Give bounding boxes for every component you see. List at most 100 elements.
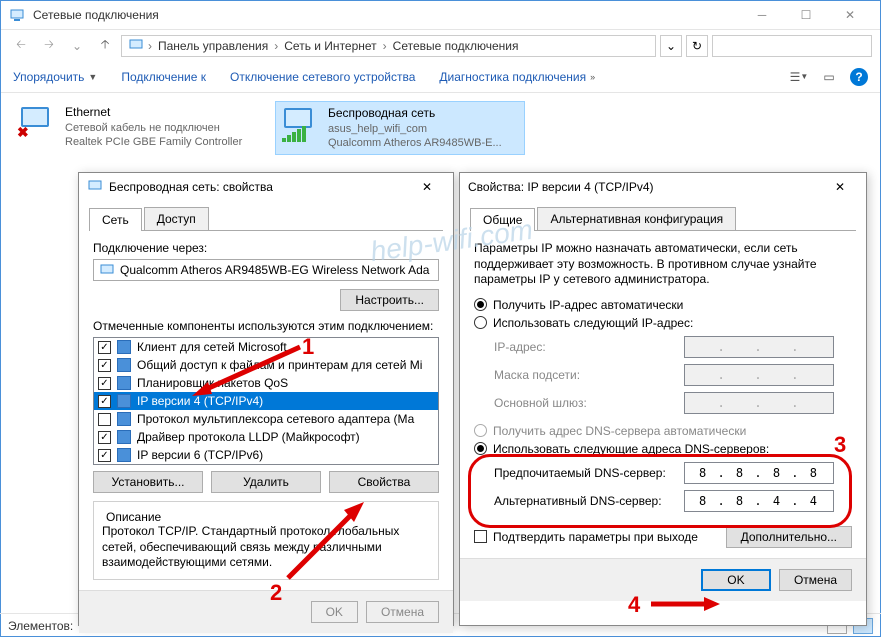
dns-auto-radio[interactable]: Получить адрес DNS-сервера автоматически (474, 424, 852, 438)
wifi-icon (280, 106, 320, 142)
checkbox[interactable]: ✓ (98, 431, 111, 444)
validate-checkbox[interactable] (474, 530, 487, 543)
breadcrumb[interactable]: Сеть и Интернет (282, 39, 378, 53)
dialog-title: Беспроводная сеть: свойства (109, 180, 409, 194)
connection-status: asus_help_wifi_com (328, 122, 502, 136)
cancel-button[interactable]: Отмена (779, 569, 852, 591)
ethernet-icon: ✖ (17, 105, 57, 141)
refresh-button[interactable]: ↻ (686, 35, 708, 57)
maximize-button[interactable]: ☐ (784, 1, 828, 29)
dns-alternate-label: Альтернативный DNS-сервер: (494, 494, 684, 508)
cancel-button[interactable]: Отмена (366, 601, 439, 623)
window-title: Сетевые подключения (33, 8, 740, 22)
chevron-right-icon[interactable]: › (146, 39, 154, 53)
description-title: Описание (102, 510, 165, 524)
uninstall-button[interactable]: Удалить (211, 471, 321, 493)
radio-icon (474, 298, 487, 311)
diagnose-button[interactable]: Диагностика подключения» (439, 70, 595, 84)
ok-button[interactable]: OK (701, 569, 771, 591)
component-icon (117, 412, 131, 426)
adapter-combo[interactable]: Qualcomm Atheros AR9485WB-EG Wireless Ne… (93, 259, 439, 281)
ip-manual-radio[interactable]: Использовать следующий IP-адрес: (474, 316, 852, 330)
chevron-right-icon[interactable]: › (272, 39, 280, 53)
checkbox[interactable]: ✓ (98, 359, 111, 372)
dialog-icon (87, 178, 103, 197)
configure-button[interactable]: Настроить... (340, 289, 439, 311)
checkbox[interactable] (98, 413, 111, 426)
component-icon (117, 340, 131, 354)
component-icon (117, 448, 131, 462)
component-icon (117, 430, 131, 444)
properties-button[interactable]: Свойства (329, 471, 439, 493)
connection-status: Сетевой кабель не подключен (65, 121, 242, 135)
component-item[interactable]: ✓IP версии 6 (TCP/IPv6) (94, 446, 438, 464)
dialog-titlebar: Беспроводная сеть: свойства ✕ (79, 173, 453, 201)
connection-item-wifi[interactable]: Беспроводная сеть asus_help_wifi_com Qua… (275, 101, 525, 155)
breadcrumb[interactable]: Панель управления (156, 39, 270, 53)
disable-device-button[interactable]: Отключение сетевого устройства (230, 70, 415, 84)
breadcrumb[interactable]: Сетевые подключения (391, 39, 521, 53)
checkbox[interactable]: ✓ (98, 449, 111, 462)
status-text: Элементов: (8, 619, 73, 633)
up-button[interactable]: 🡡 (93, 34, 117, 58)
close-button[interactable]: ✕ (828, 1, 872, 29)
ip-auto-radio[interactable]: Получить IP-адрес автоматически (474, 298, 852, 312)
component-item[interactable]: Протокол мультиплексора сетевого адаптер… (94, 410, 438, 428)
tab-alternate[interactable]: Альтернативная конфигурация (537, 207, 736, 230)
breadcrumb-bar[interactable]: › Панель управления › Сеть и Интернет › … (121, 35, 656, 57)
dialog-titlebar: Свойства: IP версии 4 (TCP/IPv4) ✕ (460, 173, 866, 201)
connection-name: Беспроводная сеть (328, 106, 502, 122)
preview-pane-icon[interactable]: ▭ (820, 68, 838, 86)
command-bar: Упорядочить▼ Подключение к Отключение се… (1, 61, 880, 93)
dns-preferred-input[interactable]: 8 . 8 . 8 . 8 (684, 462, 834, 484)
close-button[interactable]: ✕ (822, 174, 858, 200)
forward-button[interactable]: 🡢 (37, 34, 61, 58)
adapter-name: Qualcomm Atheros AR9485WB-EG Wireless Ne… (120, 263, 429, 277)
organize-menu[interactable]: Упорядочить▼ (13, 70, 97, 84)
connection-item-ethernet[interactable]: ✖ Ethernet Сетевой кабель не подключен R… (13, 101, 263, 155)
component-item[interactable]: ✓Драйвер протокола LLDP (Майкрософт) (94, 428, 438, 446)
component-item[interactable]: ✓Планировщик пакетов QoS (94, 374, 438, 392)
install-button[interactable]: Установить... (93, 471, 203, 493)
checkbox[interactable]: ✓ (98, 341, 111, 354)
component-item-ipv4[interactable]: ✓IP версии 4 (TCP/IPv4) (94, 392, 438, 410)
radio-icon (474, 424, 487, 437)
close-button[interactable]: ✕ (409, 174, 445, 200)
dialog-footer: OK Отмена (460, 558, 866, 601)
component-icon (117, 376, 131, 390)
components-label: Отмеченные компоненты используются этим … (93, 319, 439, 333)
radio-icon (474, 442, 487, 455)
tab-network[interactable]: Сеть (89, 208, 142, 231)
component-item[interactable]: ✓Клиент для сетей Microsoft (94, 338, 438, 356)
advanced-button[interactable]: Дополнительно... (726, 526, 852, 548)
components-list[interactable]: ✓Клиент для сетей Microsoft ✓Общий досту… (93, 337, 439, 465)
ip-address-input: . . . (684, 336, 834, 358)
dns-manual-radio[interactable]: Использовать следующие адреса DNS-сервер… (474, 442, 852, 456)
view-split-icon[interactable]: ☰▼ (790, 68, 808, 86)
tab-sharing[interactable]: Доступ (144, 207, 209, 230)
dns-preferred-label: Предпочитаемый DNS-сервер: (494, 466, 684, 480)
component-icon (117, 394, 131, 408)
help-icon[interactable]: ? (850, 68, 868, 86)
history-dropdown[interactable]: ⌄ (65, 34, 89, 58)
checkbox[interactable]: ✓ (98, 377, 111, 390)
connect-to-button[interactable]: Подключение к (121, 70, 206, 84)
ip-address-label: IP-адрес: (494, 340, 684, 354)
description-group: Описание Протокол TCP/IP. Стандартный пр… (93, 501, 439, 580)
component-item[interactable]: ✓Общий доступ к файлам и принтерам для с… (94, 356, 438, 374)
tab-general[interactable]: Общие (470, 208, 535, 231)
gateway-label: Основной шлюз: (494, 396, 684, 410)
ok-button[interactable]: OK (311, 601, 358, 623)
adapter-icon (100, 262, 114, 279)
minimize-button[interactable]: ─ (740, 1, 784, 29)
refresh-dropdown[interactable]: ⌄ (660, 35, 682, 57)
radio-icon (474, 316, 487, 329)
intro-text: Параметры IP можно назначать автоматичес… (474, 241, 852, 288)
chevron-right-icon[interactable]: › (381, 39, 389, 53)
connection-name: Ethernet (65, 105, 242, 121)
search-input[interactable] (712, 35, 872, 57)
checkbox[interactable]: ✓ (98, 395, 111, 408)
breadcrumb-root-icon (128, 36, 144, 55)
dns-alternate-input[interactable]: 8 . 8 . 4 . 4 (684, 490, 834, 512)
back-button[interactable]: 🡠 (9, 34, 33, 58)
